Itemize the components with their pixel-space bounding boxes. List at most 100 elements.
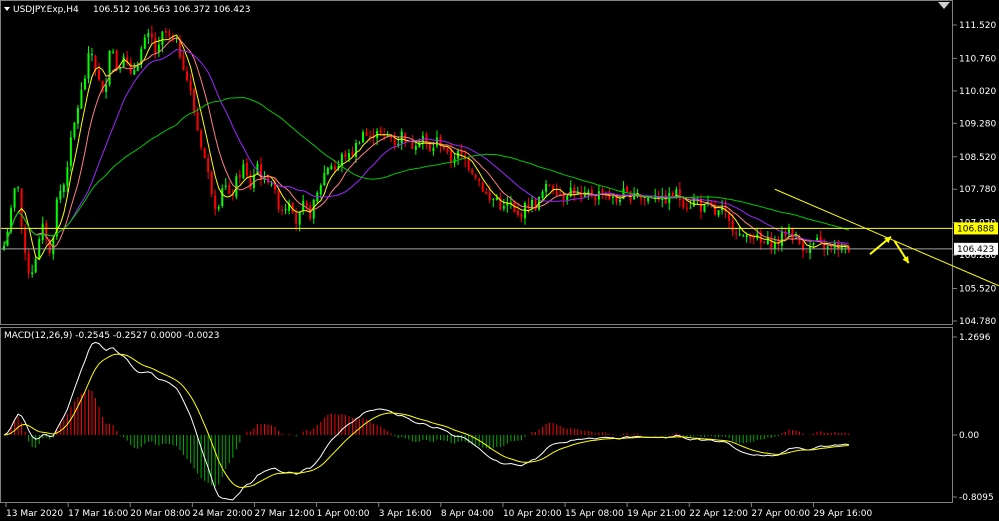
candle-body [210, 172, 213, 195]
candle-body [235, 176, 238, 197]
candle-body [69, 137, 72, 166]
candle-body [298, 211, 301, 225]
candle-body [379, 129, 382, 133]
candle-body [766, 237, 769, 245]
candle-body [478, 178, 481, 182]
candle-body [91, 54, 93, 56]
candle-body [224, 185, 227, 188]
time-tick-label: 19 Apr 21:00 [627, 509, 686, 519]
candle-body [27, 253, 30, 274]
price-panel-frame [0, 0, 953, 325]
candle-body [20, 188, 23, 227]
candle-body [780, 232, 783, 246]
candle-body [76, 107, 79, 124]
time-axis: 13 Mar 2020 17 Mar 16:00 20 Mar 08:00 24 Ma… [5, 503, 872, 519]
macd-panel-frame [0, 327, 953, 503]
candle-body [122, 56, 125, 68]
candle-body [66, 167, 69, 186]
candle-body [168, 32, 171, 35]
candle-body [62, 184, 65, 192]
candle-body [189, 80, 192, 91]
candle-body [319, 185, 322, 195]
candle-body [541, 191, 544, 199]
candle-body [203, 147, 206, 159]
candle-body [443, 146, 445, 149]
candle-body [523, 202, 526, 219]
candle-body [520, 214, 523, 218]
candle-body [369, 135, 372, 137]
candle-body [502, 205, 505, 209]
time-tick-label: 15 Apr 08:00 [565, 509, 624, 519]
candle-body [161, 31, 164, 45]
time-tick-label: 20 Mar 08:00 [130, 509, 190, 519]
price-tick-label: 109.280 [959, 119, 996, 129]
candle-body [129, 62, 132, 73]
candle-body [196, 111, 199, 131]
candle-body [358, 143, 361, 145]
candle-body [819, 236, 822, 241]
candles-group [3, 25, 850, 279]
dropdown-triangle-icon[interactable] [4, 7, 10, 11]
time-tick-label: 10 Apr 20:00 [503, 509, 562, 519]
candle-body [143, 37, 146, 49]
candle-body [259, 164, 262, 180]
candle-body [13, 188, 16, 208]
candle-body [531, 199, 533, 208]
candle-body [432, 147, 435, 152]
price-tick-label: 108.520 [959, 153, 996, 163]
candle-body [157, 44, 160, 52]
price-tick-label: 111.520 [959, 21, 996, 31]
candle-body [87, 52, 90, 79]
candle-body [326, 167, 329, 175]
candle-body [527, 204, 530, 207]
candle-body [805, 251, 808, 253]
candle-body [242, 164, 245, 179]
candle-body [133, 69, 136, 75]
corner-shape-icon [938, 2, 950, 9]
macd-lines-group [3, 341, 849, 501]
candle-body [566, 196, 569, 201]
candle-body [784, 233, 787, 236]
candle-body [98, 69, 101, 80]
candle-body [108, 50, 111, 85]
candle-body [425, 134, 428, 143]
candle-body [791, 227, 794, 240]
time-tick-label: 8 Apr 04:00 [441, 509, 494, 519]
candle-body [305, 202, 308, 206]
candle-body [481, 182, 484, 192]
candle-body [773, 242, 776, 249]
candle-body [59, 191, 62, 200]
candle-body [284, 209, 287, 211]
candle-body [351, 152, 354, 156]
candle-body [446, 147, 449, 152]
candle-body [164, 31, 167, 33]
symbol-label: USDJPY.Exp,H4 [13, 5, 79, 15]
candle-body [619, 199, 621, 202]
price-tag-label: 106.888 [957, 224, 994, 234]
candle-body [323, 172, 326, 186]
candle-body [217, 206, 220, 209]
candle-body [38, 239, 41, 260]
candle-body [802, 242, 805, 251]
price-tick-label: 110.760 [959, 54, 996, 64]
candle-body [594, 197, 597, 201]
candle-body [692, 198, 695, 207]
candle-body [731, 220, 734, 232]
candle-body [150, 33, 153, 38]
ma-long-line [3, 96, 849, 246]
candle-body [763, 241, 766, 244]
candle-body [682, 200, 685, 208]
candle-body [105, 84, 108, 92]
candle-body [365, 132, 368, 136]
candle-body [488, 192, 491, 201]
candle-body [745, 235, 748, 238]
candle-body [147, 32, 150, 37]
candle-body [495, 197, 498, 200]
chart-canvas[interactable]: USDJPY.Exp,H4 106.512 106.563 106.372 10… [0, 0, 999, 521]
candle-body [601, 189, 604, 193]
candle-body [492, 199, 495, 201]
time-tick-label: 27 Apr 00:00 [751, 509, 810, 519]
candle-body [678, 189, 681, 200]
candle-body [671, 192, 674, 197]
time-tick-label: 1 Apr 00:00 [317, 509, 370, 519]
